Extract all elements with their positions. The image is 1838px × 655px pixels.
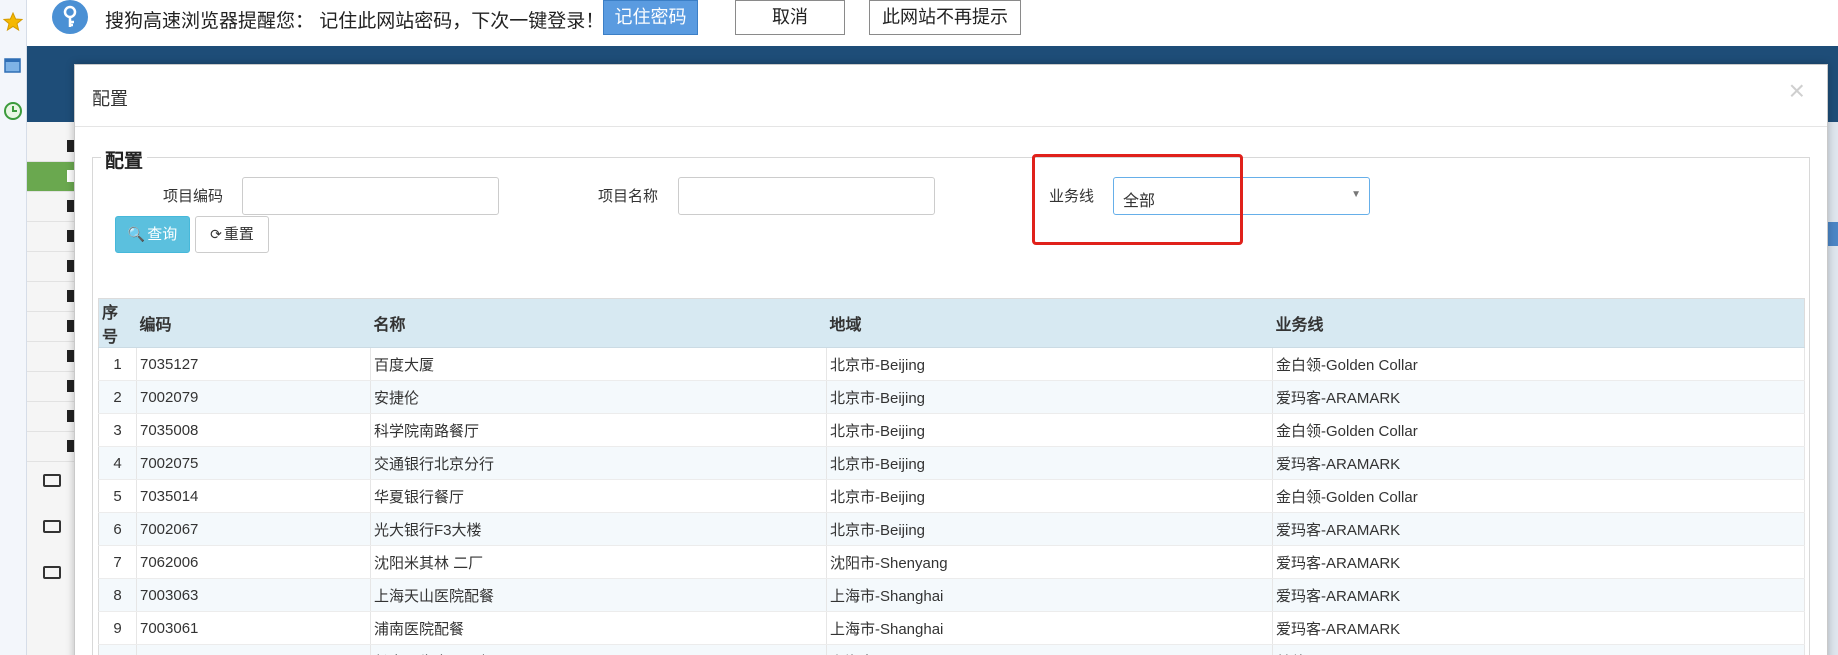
app-right-edge — [1828, 122, 1838, 655]
table-row[interactable]: 5 7035014 华夏银行餐厅 北京市-Beijing 金白领-Golden … — [98, 479, 1805, 513]
cell-region: 北京市-Beijing — [826, 347, 1273, 381]
dialog-title: 配置 — [92, 89, 128, 109]
cell-region: 上海市-Shanghai — [826, 611, 1273, 645]
remember-password-button[interactable]: 记住密码 — [603, 0, 698, 35]
col-header-name[interactable]: 名称 — [370, 298, 827, 348]
right-edge-tab[interactable] — [1828, 222, 1838, 246]
project-code-input[interactable] — [242, 177, 499, 215]
cell-region: 沈阳市-Shenyang — [826, 545, 1273, 579]
cell-region: 北京市-Beijing — [826, 413, 1273, 447]
reset-button[interactable]: ⟳ 重置 — [195, 216, 269, 253]
cell-index: 9 — [98, 611, 137, 645]
cell-index: 8 — [98, 578, 137, 612]
reset-button-label: 重置 — [223, 226, 254, 243]
cell-index: 6 — [98, 512, 137, 546]
cell-index: 1 — [98, 347, 137, 381]
col-header-code[interactable]: 编码 — [136, 298, 371, 348]
query-button-label: 查询 — [147, 226, 178, 243]
cancel-button[interactable]: 取消 — [735, 0, 845, 35]
clock-icon[interactable] — [3, 101, 23, 121]
table-row[interactable]: 2 7002079 安捷伦 北京市-Beijing 爱玛客-ARAMARK — [98, 380, 1805, 414]
cell-business-line: 爱玛客-ARAMARK — [1272, 545, 1805, 579]
cell-code: 7035127 — [136, 347, 371, 381]
project-table: 序号 编码 名称 地域 业务线 1 7035127 百度大厦 北京市-Beiji… — [98, 298, 1805, 655]
cell-name: 安捷伦 — [370, 380, 827, 414]
refresh-icon: ⟳ — [210, 226, 222, 242]
table-row[interactable]: 9 7003061 浦南医院配餐 上海市-Shanghai 爱玛客-ARAMAR… — [98, 611, 1805, 645]
table-row[interactable]: 7 7062006 沈阳米其林 二厂 沈阳市-Shenyang 爱玛客-ARAM… — [98, 545, 1805, 579]
window-icon[interactable] — [3, 56, 23, 76]
cell-index: 5 — [98, 479, 137, 513]
cell-region: 北京市-Beijing — [826, 380, 1273, 414]
project-name-input[interactable] — [678, 177, 935, 215]
cell-code: 7035014 — [136, 479, 371, 513]
cell-name: 浦南医院配餐 — [370, 611, 827, 645]
never-prompt-button[interactable]: 此网站不再提示 — [869, 0, 1021, 35]
cell-business-line: 金白领-Golden Collar — [1272, 413, 1805, 447]
cell-name: 上海天山医院配餐 — [370, 578, 827, 612]
cell-name: 沈阳米其林 二厂 — [370, 545, 827, 579]
table-row[interactable]: 4 7002075 交通银行北京分行 北京市-Beijing 爱玛客-ARAMA… — [98, 446, 1805, 480]
cell-region: 北京市-Beijing — [826, 512, 1273, 546]
cell-name: 华夏银行餐厅 — [370, 479, 827, 513]
col-header-index[interactable]: 序号 — [98, 298, 137, 348]
cell-name: 科学院南路餐厅 — [370, 413, 827, 447]
chevron-down-icon: ▼ — [1351, 189, 1361, 200]
table-row[interactable]: 8 7003063 上海天山医院配餐 上海市-Shanghai 爱玛客-ARAM… — [98, 578, 1805, 612]
cell-region: 北京市-Beijing — [826, 479, 1273, 513]
cell-code: 7003064 — [136, 644, 371, 655]
cell-code: 7002079 — [136, 380, 371, 414]
project-code-label: 项目编码 — [163, 188, 224, 205]
cell-name: 百度大厦 — [370, 347, 827, 381]
cell-index: 2 — [98, 380, 137, 414]
cell-business-line: 爱玛客-ARAMARK — [1272, 446, 1805, 480]
fieldset-legend: 配置 — [101, 146, 148, 173]
cell-code: 7003063 — [136, 578, 371, 612]
cell-code: 7002075 — [136, 446, 371, 480]
col-header-business-line[interactable]: 业务线 — [1272, 298, 1805, 348]
cell-business-line: 其他 - Others — [1272, 644, 1805, 655]
cell-code: 7035008 — [136, 413, 371, 447]
cell-name: 长宁卫生中心配餐 — [370, 644, 827, 655]
cell-region: 北京市-Beijing — [826, 446, 1273, 480]
star-icon[interactable] — [3, 12, 23, 32]
cell-business-line: 金白领-Golden Collar — [1272, 347, 1805, 381]
cell-name: 光大银行F3大楼 — [370, 512, 827, 546]
cell-index: 10 — [98, 644, 137, 655]
cell-region: 上海市-Shanghai — [826, 578, 1273, 612]
close-icon[interactable]: × — [1789, 77, 1805, 105]
table-row[interactable]: 6 7002067 光大银行F3大楼 北京市-Beijing 爱玛客-ARAMA… — [98, 512, 1805, 546]
browser-side-toolbar — [0, 0, 27, 655]
cell-index: 3 — [98, 413, 137, 447]
password-prompt-bar: 搜狗高速浏览器提醒您： 记住此网站密码，下次一键登录！ 记住密码 取消 此网站不… — [27, 0, 1838, 46]
cell-business-line: 爱玛客-ARAMARK — [1272, 512, 1805, 546]
cell-business-line: 爱玛客-ARAMARK — [1272, 578, 1805, 612]
cell-business-line: 爱玛客-ARAMARK — [1272, 611, 1805, 645]
dialog-header: 配置 × — [75, 65, 1827, 127]
cell-code: 7003061 — [136, 611, 371, 645]
cell-code: 7062006 — [136, 545, 371, 579]
cell-business-line: 金白领-Golden Collar — [1272, 479, 1805, 513]
key-icon — [52, 0, 88, 34]
cell-region: 上海市-Shanghai — [826, 644, 1273, 655]
table-header-row: 序号 编码 名称 地域 业务线 — [98, 298, 1805, 348]
cell-index: 4 — [98, 446, 137, 480]
cell-index: 7 — [98, 545, 137, 579]
table-row[interactable]: 10 7003064 长宁卫生中心配餐 上海市-Shanghai 其他 - Ot… — [98, 644, 1805, 655]
cell-business-line: 爱玛客-ARAMARK — [1272, 380, 1805, 414]
cell-name: 交通银行北京分行 — [370, 446, 827, 480]
highlight-box — [1032, 154, 1243, 245]
table-row[interactable]: 3 7035008 科学院南路餐厅 北京市-Beijing 金白领-Golden… — [98, 413, 1805, 447]
folder-icon[interactable] — [43, 520, 61, 533]
folder-icon[interactable] — [43, 566, 61, 579]
password-prompt-message: 搜狗高速浏览器提醒您： 记住此网站密码，下次一键登录！ — [105, 11, 605, 32]
col-header-region[interactable]: 地域 — [826, 298, 1273, 348]
table-row[interactable]: 1 7035127 百度大厦 北京市-Beijing 金白领-Golden Co… — [98, 347, 1805, 381]
project-name-label: 项目名称 — [598, 188, 659, 205]
folder-icon[interactable] — [43, 474, 61, 487]
cell-code: 7002067 — [136, 512, 371, 546]
query-button[interactable]: 🔍 查询 — [115, 216, 190, 253]
search-icon: 🔍 — [127, 226, 146, 242]
